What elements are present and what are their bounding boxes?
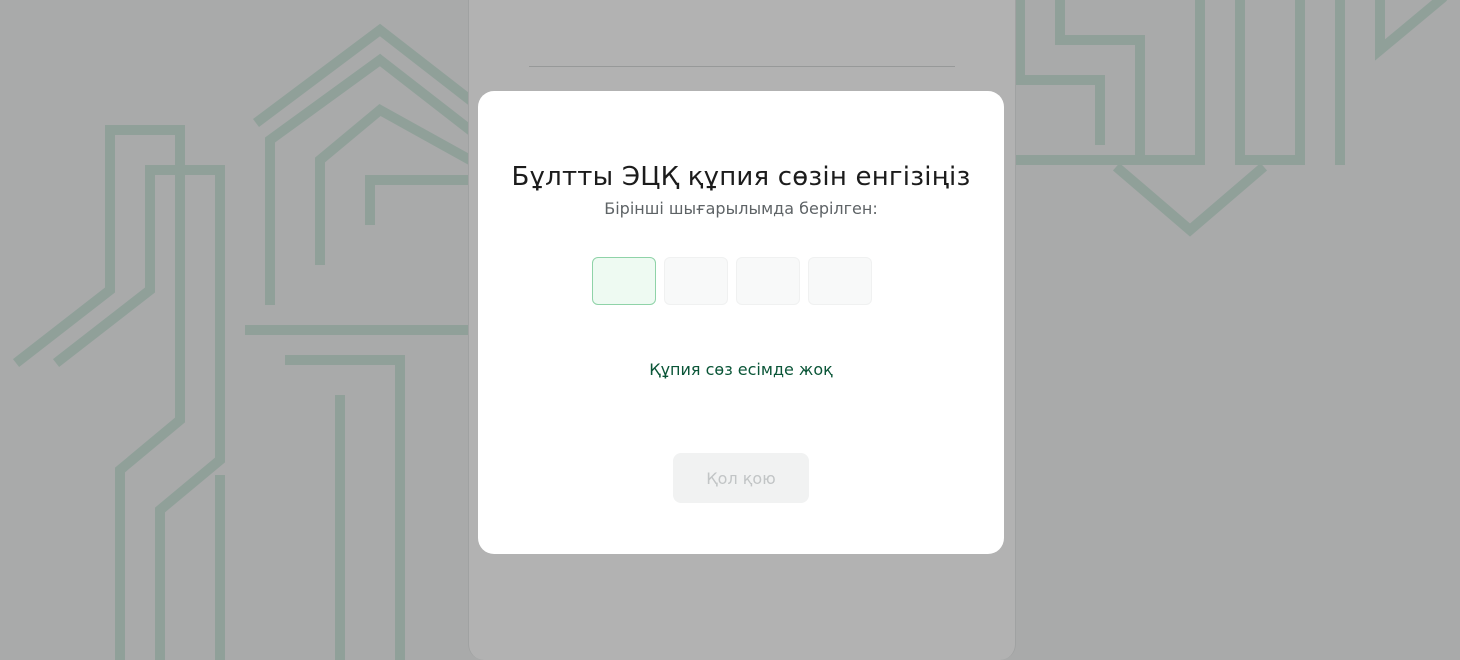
forgot-password-row: Құпия сөз есімде жоқ <box>478 362 1004 378</box>
forgot-password-link[interactable]: Құпия сөз есімде жоқ <box>649 360 833 379</box>
sign-button[interactable]: Қол қою <box>673 453 809 503</box>
pin-input-group <box>592 257 880 307</box>
password-modal: Бұлтты ЭЦҚ құпия сөзін енгізіңіз Бірінші… <box>478 91 1004 554</box>
modal-subtitle: Бірінші шығарылымда берілген: <box>604 199 878 218</box>
pin-input-4[interactable] <box>808 257 872 305</box>
pin-input-1[interactable] <box>592 257 656 305</box>
pin-input-2[interactable] <box>664 257 728 305</box>
pin-input-3[interactable] <box>736 257 800 305</box>
modal-title: Бұлтты ЭЦҚ құпия сөзін енгізіңіз <box>511 162 971 192</box>
